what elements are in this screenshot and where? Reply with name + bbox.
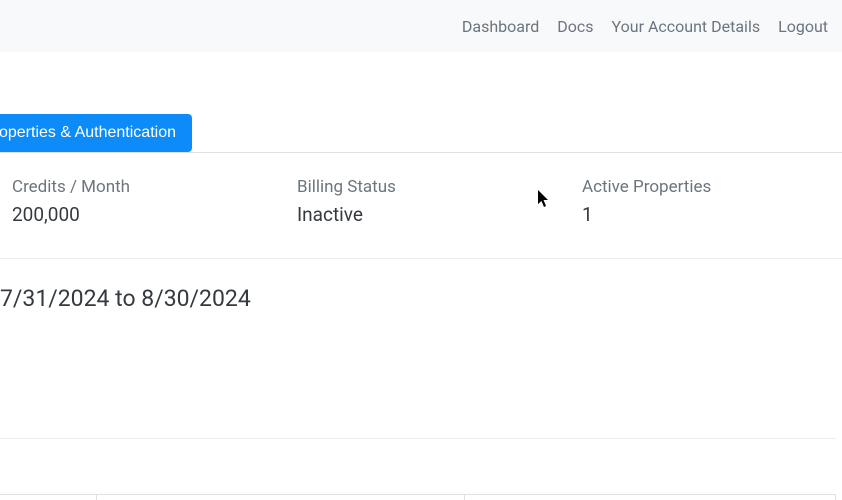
stat-credits-per-month: Credits / Month 200,000 [12, 177, 297, 226]
tabs-row: operties & Authentication [0, 114, 842, 153]
nav-docs[interactable]: Docs [557, 17, 593, 36]
stat-active-props-label: Active Properties [582, 177, 711, 197]
stat-billing-label: Billing Status [297, 177, 582, 197]
period-text: 7/31/2024 to 8/30/2024 [0, 285, 842, 312]
stats-row: Credits / Month 200,000 Billing Status I… [0, 153, 842, 259]
stat-billing-status: Billing Status Inactive [297, 177, 582, 226]
stat-credits-value: 200,000 [12, 203, 297, 226]
tab-properties-authentication[interactable]: operties & Authentication [0, 114, 192, 152]
nav-account-details[interactable]: Your Account Details [612, 17, 761, 36]
stat-billing-value: Inactive [297, 203, 582, 226]
top-nav: Dashboard Docs Your Account Details Logo… [0, 0, 842, 52]
content-area: operties & Authentication Credits / Mont… [0, 52, 842, 312]
stat-active-properties: Active Properties 1 [582, 177, 711, 226]
table-header-edge [0, 494, 836, 500]
table-col-3-edge [465, 494, 836, 500]
table-col-1-edge [0, 494, 97, 500]
stat-active-props-value: 1 [582, 203, 711, 226]
nav-logout[interactable]: Logout [778, 17, 828, 36]
stat-credits-label: Credits / Month [12, 177, 297, 197]
table-col-2-edge [97, 494, 465, 500]
nav-dashboard[interactable]: Dashboard [462, 17, 539, 36]
period-row: 7/31/2024 to 8/30/2024 [0, 259, 842, 312]
bottom-divider [0, 438, 836, 439]
